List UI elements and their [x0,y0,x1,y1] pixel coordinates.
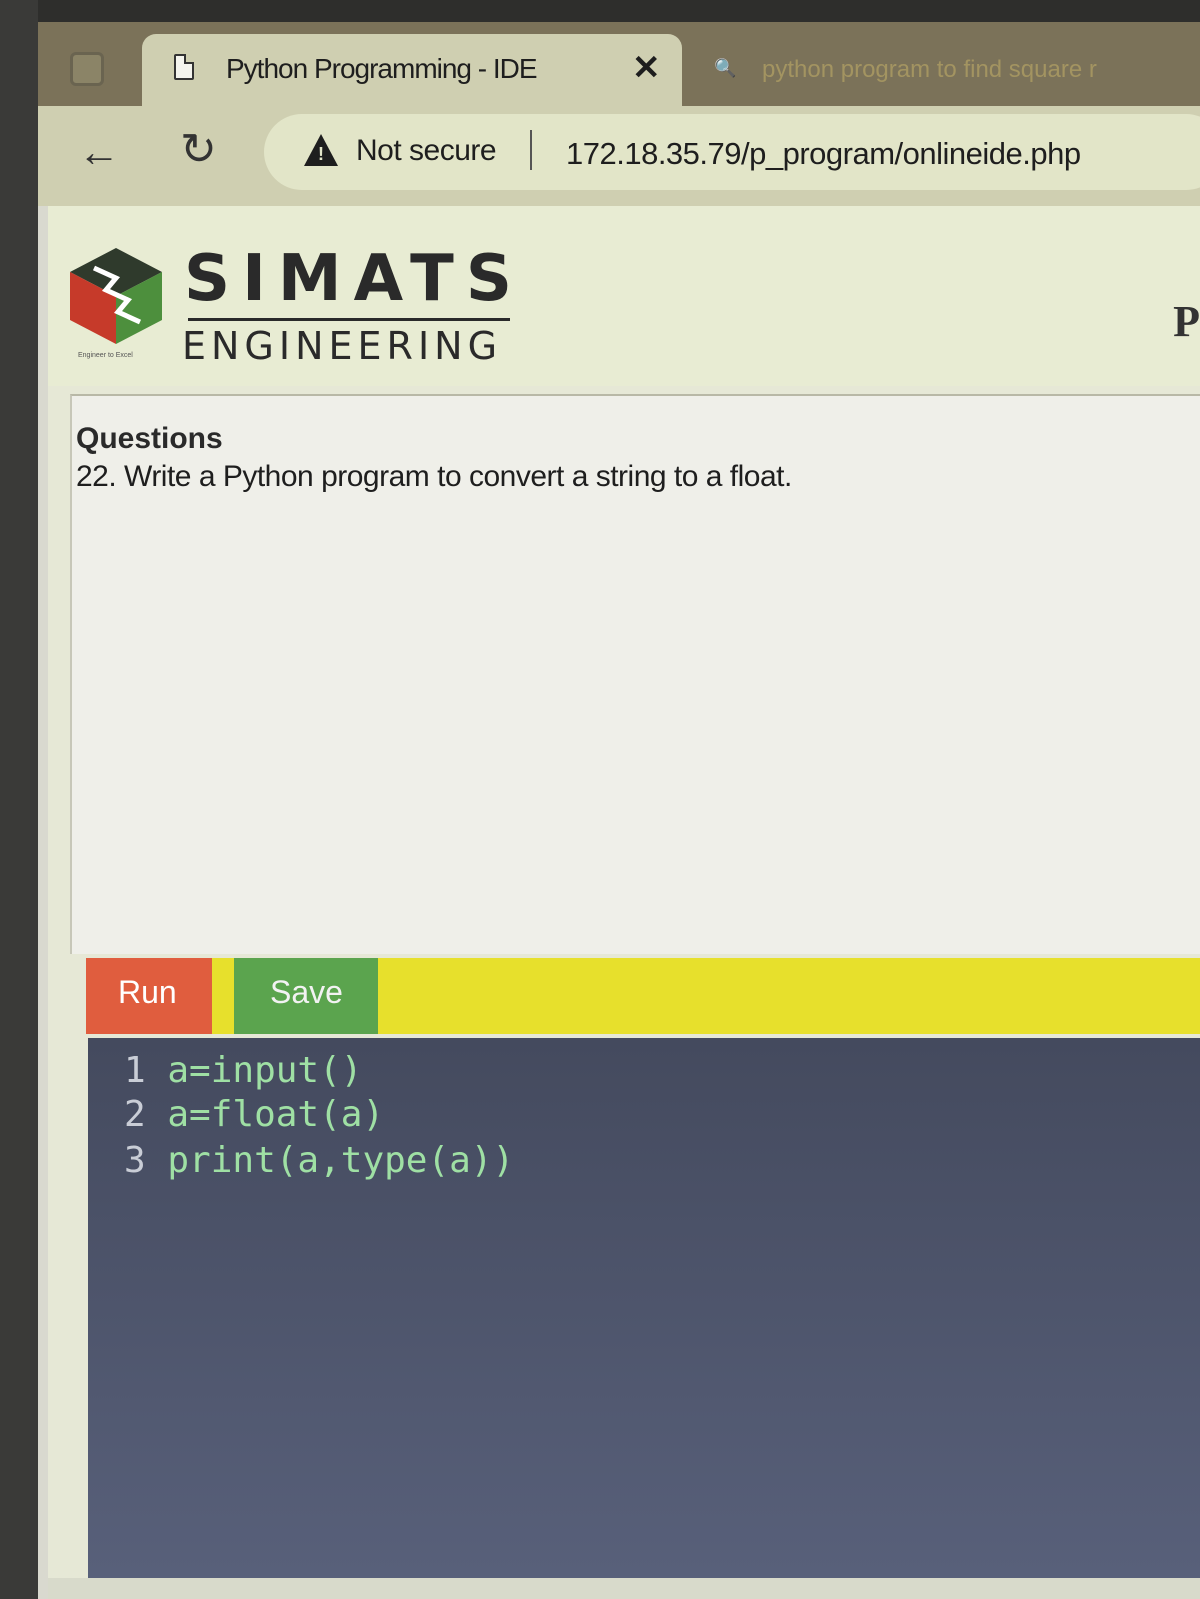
url-text[interactable]: 172.18.35.79/p_program/onlineide.php [566,136,1081,172]
question-text: 22. Write a Python program to convert a … [76,460,792,493]
security-label[interactable]: Not secure [356,134,497,168]
search-icon: 🔍 [714,58,737,78]
warning-icon[interactable] [304,134,338,166]
line-number: 1 [124,1050,146,1091]
editor-toolbar: Run Save [86,958,1200,1034]
code-editor[interactable]: 1 a=input() 2 a=float(a) 3 print(a,type(… [88,1038,1200,1578]
tab-actions-icon[interactable] [70,52,104,86]
code-text[interactable]: a=input() [167,1050,362,1091]
close-icon[interactable]: ✕ [632,48,661,88]
address-divider [530,130,532,170]
tab-strip: Python Programming - IDE ✕ 🔍 python prog… [38,22,1200,106]
save-button[interactable]: Save [234,958,378,1034]
logo-title: SIMATS [184,242,524,316]
logo-divider [188,318,510,321]
code-line[interactable]: 2 a=float(a) [124,1094,384,1135]
tab-title: Python Programming - IDE [226,53,538,84]
page-content: Engineer to Excel SIMATS ENGINEERING P Q… [48,206,1200,1599]
back-arrow-icon[interactable]: ← [78,128,120,176]
code-line[interactable]: 1 a=input() [124,1050,362,1091]
line-number: 3 [124,1140,146,1181]
simats-logo-icon [70,248,162,344]
run-button[interactable]: Run [86,958,212,1034]
monitor-bezel-left [0,0,38,1599]
site-header: Engineer to Excel SIMATS ENGINEERING P [48,206,1200,386]
logo-tagline: Engineer to Excel [78,352,133,359]
logo-subtitle: ENGINEERING [182,324,503,368]
toolbar: ← ↻ Not secure 172.18.35.79/p_program/on… [38,106,1200,206]
questions-heading: Questions [76,422,223,455]
tab-python-ide[interactable]: Python Programming - IDE ✕ [142,34,682,106]
question-panel: Questions 22. Write a Python program to … [70,394,1200,954]
reload-icon[interactable]: ↻ [180,124,217,175]
address-bar[interactable]: Not secure 172.18.35.79/p_program/online… [264,114,1200,190]
page-footer-strip [48,1578,1200,1599]
header-right-text: P [1173,297,1200,346]
tab-search[interactable]: 🔍 python program to find square r [714,52,1200,92]
code-text[interactable]: a=float(a) [167,1094,384,1135]
tab-title: python program to find square r [762,56,1097,83]
code-line[interactable]: 3 print(a,type(a)) [124,1140,514,1181]
line-number: 2 [124,1094,146,1135]
document-icon [174,54,194,80]
browser-window: Python Programming - IDE ✕ 🔍 python prog… [38,22,1200,1599]
code-text[interactable]: print(a,type(a)) [167,1140,514,1181]
